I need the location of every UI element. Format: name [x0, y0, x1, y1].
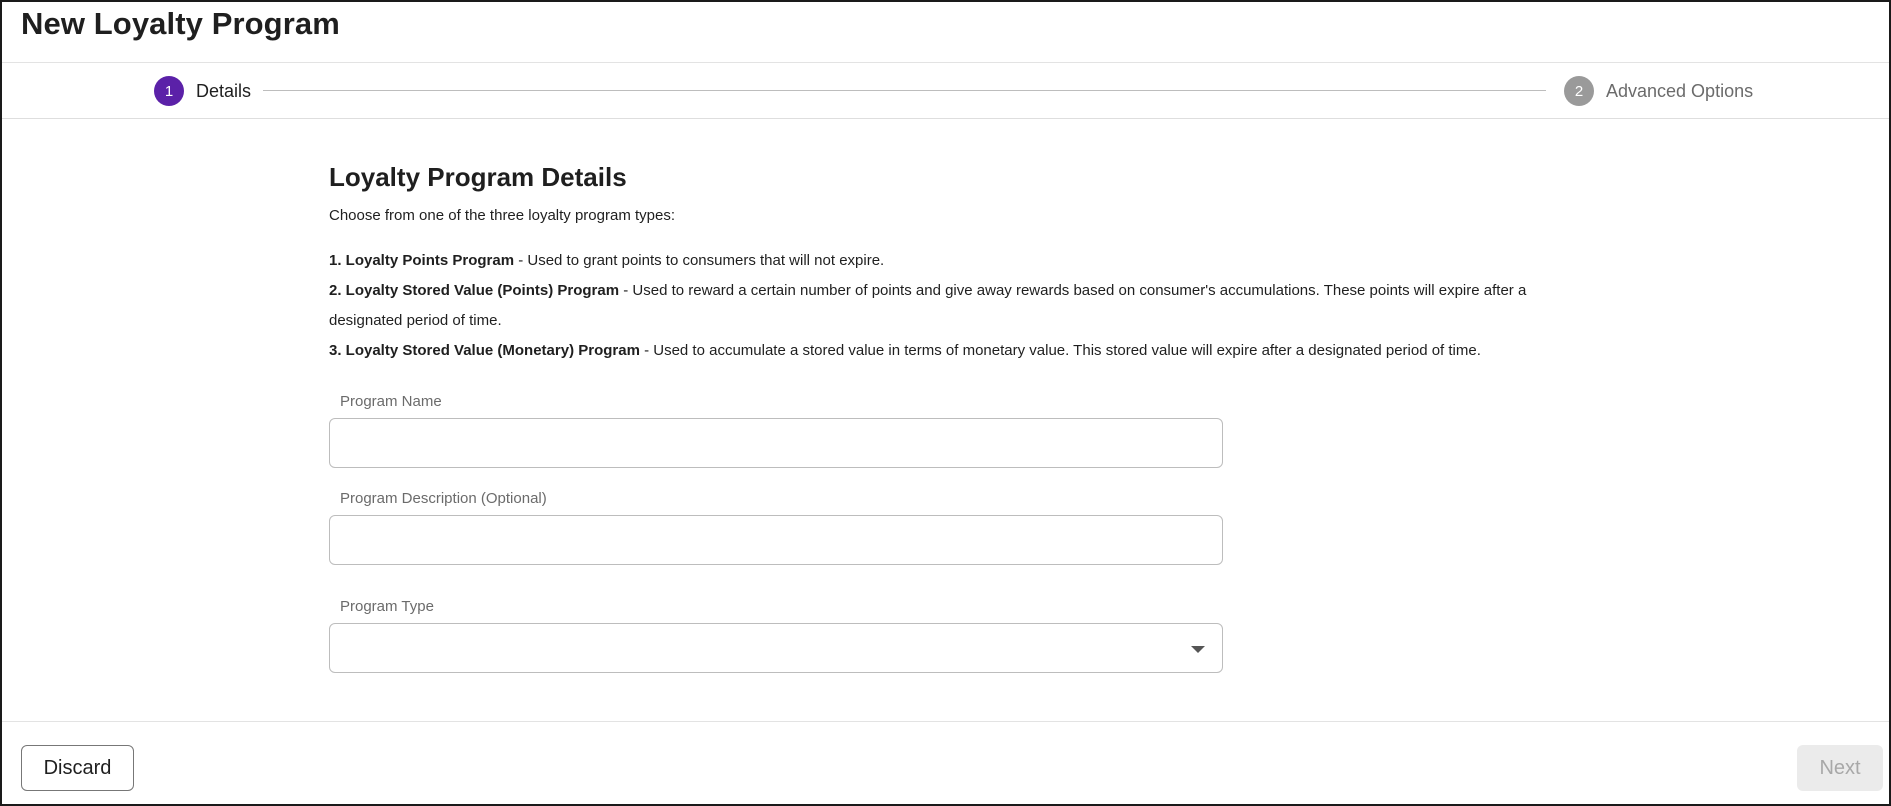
program-type-label: Program Type [340, 598, 434, 615]
program-types-list: 1. Loyalty Points Program - Used to gran… [329, 246, 1569, 366]
program-name-input[interactable] [329, 418, 1223, 468]
program-type-item: 1. Loyalty Points Program - Used to gran… [329, 246, 1569, 276]
step-number-badge: 1 [154, 76, 184, 106]
wizard-stepper: 1 Details 2 Advanced Options [2, 63, 1889, 119]
step-advanced-options[interactable]: 2 Advanced Options [1564, 76, 1753, 106]
step-connector-line [263, 90, 1546, 91]
program-description-label: Program Description (Optional) [340, 490, 547, 507]
program-type-item: 2. Loyalty Stored Value (Points) Program… [329, 276, 1569, 336]
section-title: Loyalty Program Details [329, 162, 627, 192]
app-window: New Loyalty Program 1 Details 2 Advanced… [0, 0, 1891, 806]
page-footer: Discard Next [2, 721, 1889, 804]
next-button[interactable]: Next [1797, 745, 1883, 791]
page-title: New Loyalty Program [21, 6, 340, 41]
caret-down-icon [1191, 646, 1205, 653]
program-type-item: 3. Loyalty Stored Value (Monetary) Progr… [329, 336, 1569, 366]
program-name-field: Program Name [329, 392, 1223, 468]
step-details[interactable]: 1 Details [154, 76, 251, 106]
program-type-select[interactable] [329, 623, 1223, 673]
page-header: New Loyalty Program [2, 2, 1889, 63]
program-type-description: - Used to grant points to consumers that… [514, 252, 885, 269]
main-content: Loyalty Program Details Choose from one … [329, 158, 1569, 673]
step-number-badge: 2 [1564, 76, 1594, 106]
program-type-description: - Used to accumulate a stored value in t… [639, 342, 1481, 359]
program-type-name: 3. Loyalty Stored Value (Monetary) Progr… [329, 342, 640, 359]
discard-button[interactable]: Discard [21, 745, 134, 791]
step-label: Details [196, 80, 252, 101]
step-label: Advanced Options [1606, 80, 1754, 101]
program-description-field: Program Description (Optional) [329, 489, 1223, 565]
program-description-input[interactable] [329, 515, 1223, 565]
program-type-field: Program Type [329, 597, 1223, 673]
program-name-label: Program Name [340, 393, 442, 410]
program-type-name: 2. Loyalty Stored Value (Points) Program [329, 282, 620, 299]
program-type-name: 1. Loyalty Points Program [329, 252, 515, 269]
intro-text: Choose from one of the three loyalty pro… [329, 207, 676, 224]
